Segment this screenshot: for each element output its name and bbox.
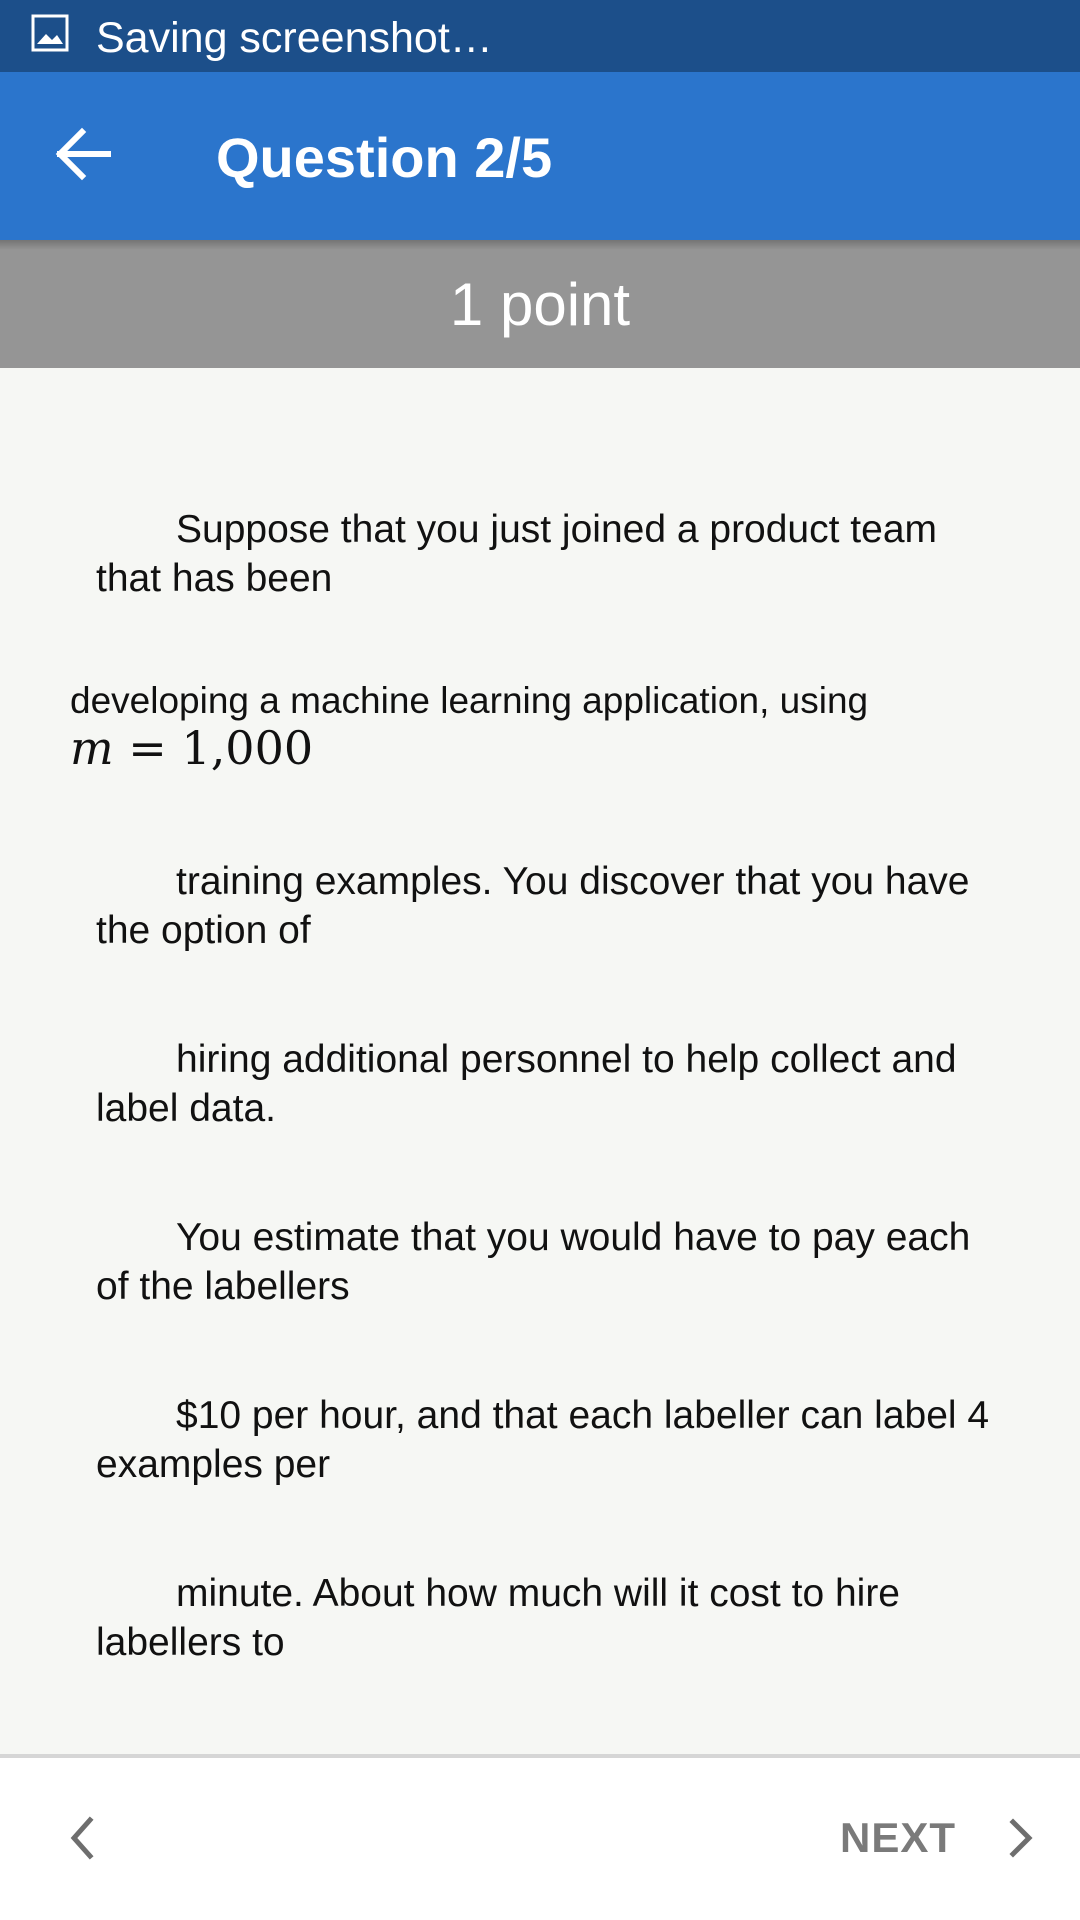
question-paragraph: Suppose that you just joined a product t… [96,508,937,600]
question-paragraph: You estimate that you would have to pay … [96,1216,971,1308]
previous-button[interactable] [56,1810,112,1866]
chevron-right-icon [1009,1818,1033,1858]
question-paragraph: developing a machine learning applicatio… [70,679,970,773]
page-title: Question 2/5 [216,126,553,189]
question-paragraph: training examples. You discover that you… [96,860,970,952]
next-button[interactable]: NEXT [840,1800,1040,1876]
question-paragraph: minute. About how much will it cost to h… [96,1572,900,1664]
math-equals: = [128,721,167,775]
back-button[interactable] [44,114,124,194]
math-expression: m = 1,000 [70,723,970,773]
points-label: 1 point [449,271,631,338]
math-value: 1,000 [181,721,314,775]
math-variable: m [70,721,114,775]
app-bar-shadow [0,240,1080,250]
next-label: NEXT [839,1814,956,1861]
chevron-left-icon [70,1816,94,1860]
status-bar: Saving screenshot… [0,0,1080,72]
image-icon [31,14,69,52]
status-text: Saving screenshot… [96,14,493,62]
question-paragraph: $10 per hour, and that each labeller can… [96,1394,990,1486]
question-paragraph-text: developing a machine learning applicatio… [70,680,869,721]
arrow-left-icon [55,127,111,181]
points-bar: 1 point [0,240,1080,368]
question-paragraph: hiring additional personnel to help coll… [96,1038,957,1130]
question-body: Suppose that you just joined a product t… [0,368,1080,1754]
